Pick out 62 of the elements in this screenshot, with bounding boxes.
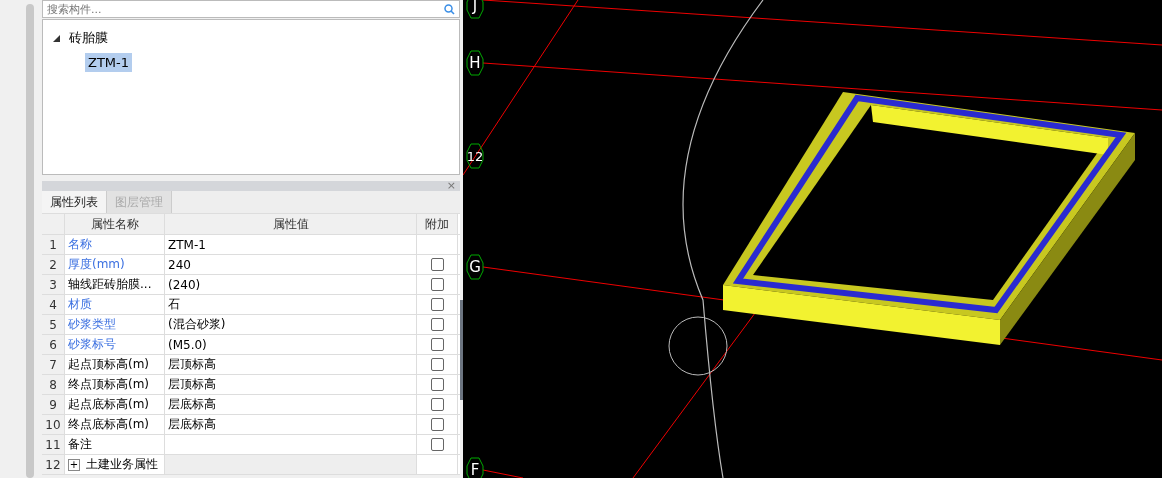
property-value[interactable]: 石 <box>165 295 417 314</box>
property-name: 起点顶标高(m) <box>65 355 165 374</box>
row-number: 10 <box>42 415 65 434</box>
checkbox[interactable] <box>430 338 444 351</box>
axis-label: G <box>466 254 484 280</box>
axis-label: F <box>466 457 484 478</box>
property-value[interactable]: (240) <box>165 275 417 294</box>
tab[interactable]: 属性列表 <box>42 191 107 213</box>
checkbox[interactable] <box>430 278 444 291</box>
row-number: 8 <box>42 375 65 394</box>
property-value[interactable]: (混合砂浆) <box>165 315 417 334</box>
property-value[interactable]: 层顶标高 <box>165 355 417 374</box>
checkbox[interactable] <box>430 398 444 411</box>
property-value[interactable]: (M5.0) <box>165 335 417 354</box>
group-name: 土建业务属性 <box>86 456 158 473</box>
column-header: 附加 <box>417 214 458 234</box>
property-name: 厚度(mm) <box>65 255 165 274</box>
search-icon <box>444 4 455 15</box>
column-header: 属性值 <box>165 214 417 234</box>
row-number: 2 <box>42 255 65 274</box>
row-number: 11 <box>42 435 65 454</box>
search-field[interactable]: 搜索构件... <box>42 0 460 18</box>
property-name: 材质 <box>65 295 165 314</box>
property-name: 终点顶标高(m) <box>65 375 165 394</box>
row-number: 4 <box>42 295 65 314</box>
column-header: 属性名称 <box>65 214 165 234</box>
row-number: 3 <box>42 275 65 294</box>
property-name: 轴线距砖胎膜... <box>65 275 165 294</box>
axis-label: H <box>466 50 484 76</box>
axis-label: J <box>466 0 484 19</box>
checkbox[interactable] <box>430 438 444 451</box>
row-number: 12 <box>42 455 65 474</box>
tree-item[interactable]: ZTM-1 <box>85 52 133 72</box>
row-number: 5 <box>42 315 65 334</box>
expand-toggle[interactable]: + <box>68 458 80 471</box>
property-value[interactable]: 层底标高 <box>165 395 417 414</box>
property-value[interactable]: ZTM-1 <box>165 235 417 254</box>
tree-item[interactable]: 砖胎膜 <box>66 27 111 49</box>
checkbox[interactable] <box>430 378 444 391</box>
property-value[interactable]: 240 <box>165 255 417 274</box>
checkbox[interactable] <box>430 298 444 311</box>
checkbox[interactable] <box>430 358 444 371</box>
row-number: 9 <box>42 395 65 414</box>
row-number: 7 <box>42 355 65 374</box>
row-number: 1 <box>42 235 65 254</box>
property-name: 起点底标高(m) <box>65 395 165 414</box>
property-name: 备注 <box>65 435 165 454</box>
scrollbar-thumb[interactable] <box>26 4 34 478</box>
property-name: 砂浆标号 <box>65 335 165 354</box>
row-number: 6 <box>42 335 65 354</box>
property-name: 终点底标高(m) <box>65 415 165 434</box>
property-name: 砂浆类型 <box>65 315 165 334</box>
expanded-triangle-icon[interactable] <box>53 34 60 42</box>
circle-marker <box>668 316 728 376</box>
property-value[interactable]: 层顶标高 <box>165 375 417 394</box>
checkbox[interactable] <box>430 258 444 271</box>
splitter-handle[interactable] <box>460 300 463 400</box>
property-value[interactable]: 层底标高 <box>165 415 417 434</box>
property-name: 名称 <box>65 235 165 254</box>
checkbox[interactable] <box>430 418 444 431</box>
checkbox[interactable] <box>430 318 444 331</box>
axis-line <box>482 469 524 478</box>
